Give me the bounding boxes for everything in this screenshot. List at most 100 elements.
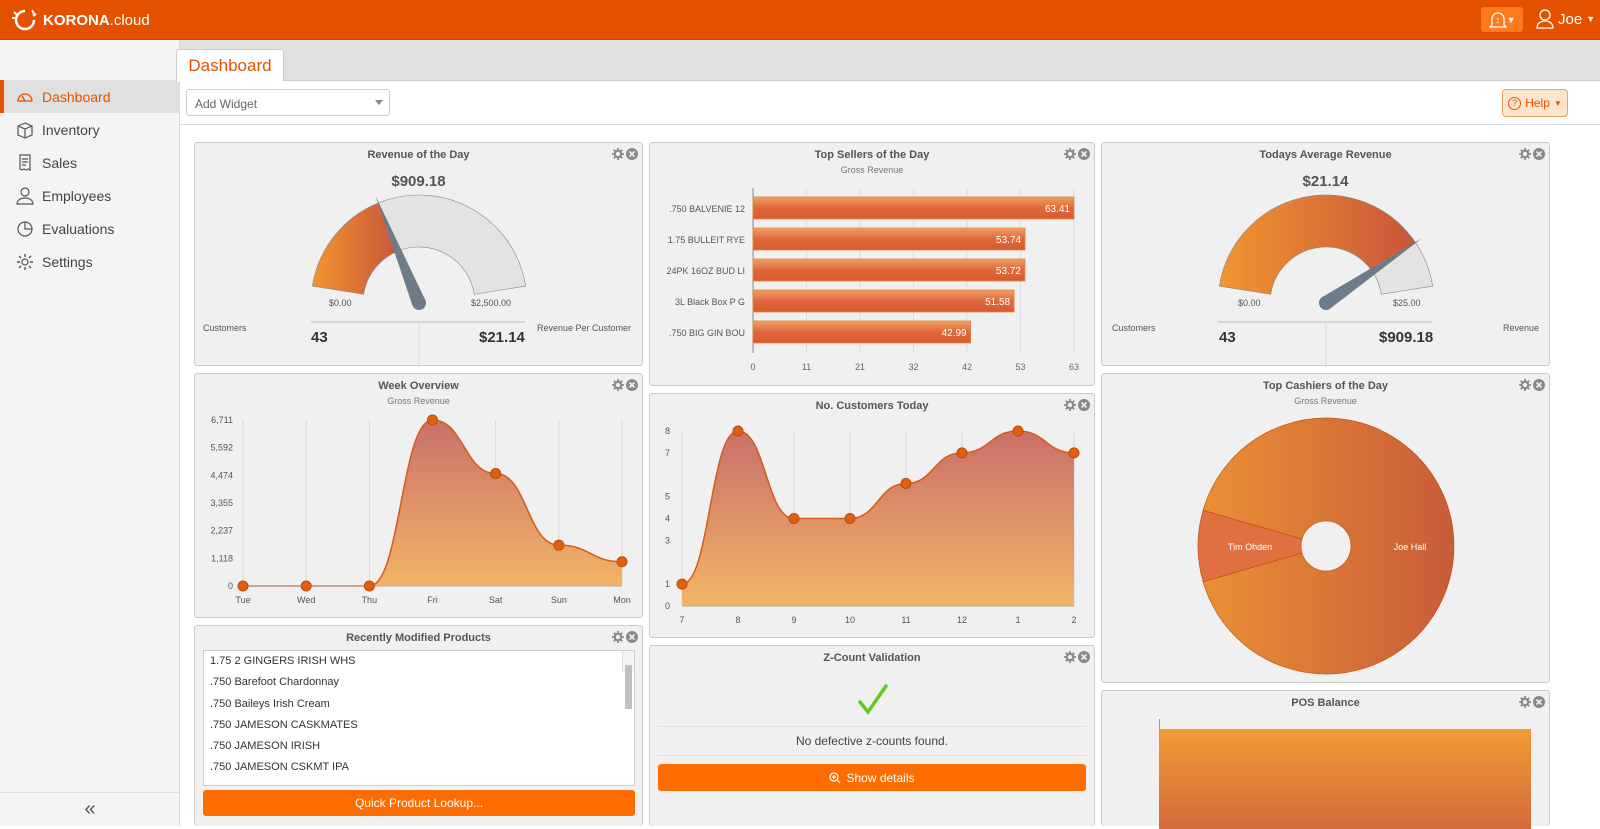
zoom-icon	[829, 771, 841, 783]
collapse-sidebar-button[interactable]: «	[0, 792, 180, 826]
customers-label: Customers	[203, 323, 247, 333]
x-tick-label: 10	[845, 615, 855, 625]
widget-close-icon[interactable]	[1078, 650, 1090, 663]
gauge-max-label: $25.00	[1393, 298, 1421, 308]
bar	[752, 196, 1075, 220]
data-point	[844, 513, 856, 524]
data-point	[300, 580, 312, 592]
korona-logo-icon	[12, 9, 37, 31]
data-point	[427, 414, 438, 426]
data-point	[676, 578, 688, 590]
bar	[752, 258, 1026, 282]
sidebar-item-settings[interactable]: Settings	[0, 245, 179, 278]
week-overview-area-chart: 0 1,118 2,237 3,355 4,474 5,592 6,711 Tue Wed Thu…	[210, 414, 631, 605]
add-widget-select[interactable]: Add Widget	[186, 89, 390, 116]
sidebar-item-inventory[interactable]: Inventory	[0, 113, 179, 146]
sidebar-item-sales[interactable]: Sales	[0, 146, 179, 179]
y-tick-label: 3,355	[210, 498, 233, 508]
help-button[interactable]: ? Help ▼	[1502, 89, 1568, 117]
list-item[interactable]: .750 JAMESON IRISH	[204, 736, 634, 757]
top-cashiers-donut-chart: Joe Hall Tim Ohden	[1197, 417, 1455, 675]
gear-icon	[17, 253, 33, 270]
toolbar: Add Widget ? Help ▼	[180, 81, 1600, 125]
data-point	[1068, 447, 1080, 459]
sidebar-item-employees[interactable]: Employees	[0, 179, 179, 212]
list-item[interactable]: 1.75 2 GINGERS IRISH WHS	[204, 651, 634, 672]
sidebar-item-evaluations[interactable]: Evaluations	[0, 212, 179, 245]
person-icon	[16, 186, 34, 205]
widget-settings-icon[interactable]	[1064, 650, 1076, 663]
x-tick-label: 32	[908, 362, 918, 372]
bar-value-label: 53.74	[996, 235, 1021, 246]
user-name: Joe	[1558, 10, 1583, 28]
notifications-button[interactable]: 1 ▼	[1481, 7, 1523, 32]
bar	[752, 289, 1015, 313]
gauge-needle-hub	[1319, 296, 1333, 310]
pie-label: Joe Hall	[1394, 542, 1427, 552]
widget-title: POS Balance	[1291, 697, 1360, 709]
widget-close-icon[interactable]	[626, 630, 638, 643]
tab-dashboard[interactable]: Dashboard	[176, 49, 284, 82]
average-revenue-gauge	[1218, 194, 1434, 367]
widget-average-revenue: Todays Average Revenue $21.14 $0.00 $25.…	[1101, 142, 1550, 367]
y-tick-label: 1	[665, 579, 670, 589]
recent-products-list[interactable]: 1.75 2 GINGERS IRISH WHS .750 Barefoot C…	[203, 650, 635, 786]
widget-zcount-validation: Z-Count Validation No defective z-counts…	[649, 645, 1095, 826]
list-item[interactable]: .750 JAMESON CASKMATES	[204, 715, 634, 736]
quick-product-lookup-button[interactable]: Quick Product Lookup...	[203, 790, 635, 816]
widget-settings-icon[interactable]	[1519, 695, 1531, 708]
sidebar-item-label: Settings	[42, 253, 93, 270]
x-tick-label: 11	[901, 615, 910, 625]
x-tick-label: Sat	[489, 595, 503, 605]
show-details-button[interactable]: Show details	[658, 764, 1086, 791]
sidebar-item-label: Inventory	[42, 121, 100, 138]
y-category-label: .750 BALVENIE 12	[669, 204, 745, 214]
brand-name: KORONA	[43, 11, 110, 29]
button-label: Quick Product Lookup...	[354, 796, 484, 810]
y-tick-label: 5	[665, 492, 670, 502]
widget-recent-products: Recently Modified Products 1.75 2 GINGER…	[194, 625, 643, 826]
chevron-down-icon: ▼	[1553, 98, 1562, 108]
bar-value-label: 51.58	[985, 297, 1010, 308]
list-scrollbar[interactable]	[622, 651, 634, 709]
chevron-down-icon: ▼	[1506, 14, 1516, 25]
list-item[interactable]: .750 Baileys Irish Cream	[204, 694, 634, 715]
bar-value-label: 42.99	[942, 328, 967, 339]
revenue-value: $909.18	[1379, 329, 1434, 346]
widget-settings-icon[interactable]	[612, 630, 624, 643]
button-label: Show details	[846, 770, 915, 785]
data-point	[1012, 425, 1024, 437]
widget-week-overview: Week Overview Gross Revenue 0 1,118 2,237 3…	[194, 373, 643, 618]
y-tick-label: 4,474	[210, 470, 233, 480]
sidebar-item-label: Sales	[42, 154, 78, 171]
y-category-label: 24PK 16OZ BUD LI	[666, 266, 745, 276]
bar	[752, 227, 1026, 251]
widget-top-sellers: Top Sellers of the Day Gross Revenue 0 11…	[649, 142, 1095, 386]
user-menu[interactable]: Joe ▼	[1536, 9, 1595, 29]
bar-value-label: 53.72	[996, 266, 1021, 277]
y-tick-label: 0	[228, 581, 233, 591]
x-tick-label: 2	[1071, 615, 1076, 625]
customers-value: 43	[1219, 329, 1236, 346]
widget-close-icon[interactable]	[1533, 695, 1545, 708]
help-label: Help	[1525, 96, 1550, 110]
data-point	[553, 539, 565, 551]
data-point	[956, 447, 968, 459]
logo[interactable]: KORONA .cloud	[10, 8, 150, 32]
list-item[interactable]: .750 JAMESON CSKMT IPA	[204, 757, 634, 778]
box-icon	[17, 121, 33, 139]
sidebar-item-dashboard[interactable]: Dashboard	[0, 80, 179, 113]
data-point	[732, 425, 744, 437]
list-item[interactable]: .750 Barefoot Chardonnay	[204, 672, 634, 693]
data-point	[237, 580, 249, 592]
sidebar: Dashboard Inventory Sales Employees Eval…	[0, 40, 180, 826]
x-tick-label: Fri	[427, 595, 438, 605]
sidebar-item-label: Evaluations	[42, 220, 115, 237]
x-tick-label: 1	[1015, 615, 1020, 625]
zcount-message: No defective z-counts found.	[658, 726, 1086, 756]
revenue-per-customer-label: Revenue Per Customer	[537, 323, 632, 333]
scrollbar-thumb[interactable]	[625, 665, 632, 709]
dashboard-gauge-icon	[17, 92, 33, 102]
top-bar: KORONA .cloud 1 ▼ Joe ▼	[0, 0, 1600, 40]
x-tick-label: Mon	[613, 595, 631, 605]
